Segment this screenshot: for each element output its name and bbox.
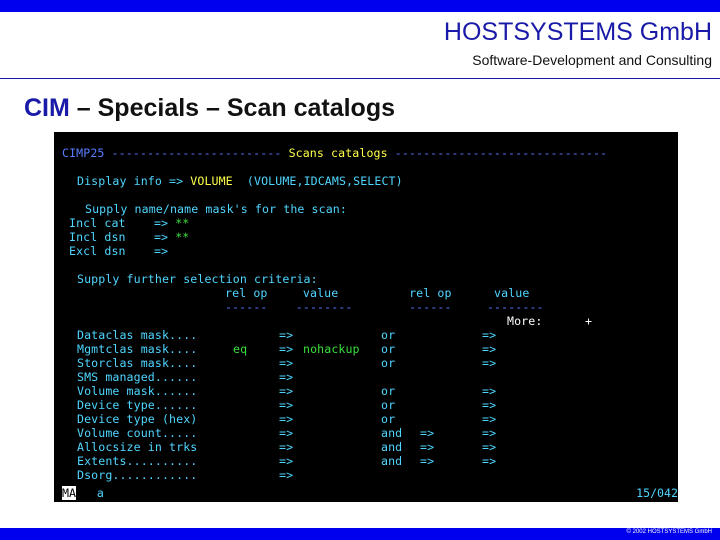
terminal-screen: CIMP25 ------------------------ Scans ca… (54, 132, 678, 488)
panel-header-left: CIMP25 ------------------------ (62, 146, 289, 160)
incl-dsn-row: Incl dsn => ** (69, 230, 189, 244)
column-divider: ------ -------- ------ -------- (225, 300, 544, 314)
terminal-command-line: MA a 15/042 (54, 484, 678, 502)
incl-cat-row: Incl cat => ** (69, 216, 189, 230)
display-info-label: Display info => (77, 174, 191, 188)
criteria-arrow: => (279, 468, 294, 482)
panel-title: Scans catalogs (288, 146, 388, 160)
criteria-value-field[interactable]: nohackup (303, 342, 360, 356)
criteria-conjunction: or (381, 356, 396, 370)
criteria-label: Storclas mask.... (77, 356, 198, 370)
criteria-arrow-2: => (420, 426, 435, 440)
bottom-bar (0, 528, 720, 540)
company-tagline: Software-Development and Consulting (472, 52, 712, 68)
criteria-arrow-2: => (420, 454, 435, 468)
criteria-arrow-2: => (420, 440, 435, 454)
criteria-label: Dataclas mask.... (77, 328, 198, 342)
criteria-conjunction: or (381, 342, 396, 356)
criteria-arrow: => (279, 440, 294, 454)
criteria-conjunction: or (381, 384, 396, 398)
criteria-conjunction: or (381, 412, 396, 426)
slide-title: CIM – Specials – Scan catalogs (24, 94, 395, 123)
criteria-arrow-3: => (482, 454, 497, 468)
display-info-field[interactable]: VOLUME (190, 174, 232, 188)
more-label: More: (507, 314, 543, 328)
slide-title-prefix: CIM (24, 94, 70, 122)
criteria-arrow: => (279, 356, 294, 370)
criteria-relop-field[interactable]: eq (233, 342, 247, 356)
slide-title-rest: – Specials – Scan catalogs (69, 94, 395, 122)
criteria-conjunction: or (381, 328, 396, 342)
criteria-arrow-3: => (482, 384, 497, 398)
criteria-arrow-3: => (482, 398, 497, 412)
criteria-conjunction: and (381, 454, 403, 468)
command-prefix: MA (62, 486, 76, 500)
criteria-arrow: => (279, 454, 294, 468)
criteria-arrow: => (279, 328, 294, 342)
panel-header: CIMP25 ------------------------ Scans ca… (62, 146, 607, 160)
criteria-label: Allocsize in trks (77, 440, 198, 454)
incl-dsn-label: Incl dsn => (69, 230, 176, 244)
criteria-arrow-3: => (482, 328, 497, 342)
header-divider (0, 78, 720, 79)
incl-dsn-field[interactable]: ** (175, 230, 189, 244)
criteria-conjunction: or (381, 398, 396, 412)
criteria-arrow: => (279, 398, 294, 412)
excl-dsn-label: Excl dsn => (69, 244, 169, 258)
top-bar (0, 0, 720, 12)
display-info-options: (VOLUME,IDCAMS,SELECT) (232, 174, 403, 188)
criteria-arrow: => (279, 426, 294, 440)
criteria-arrow-3: => (482, 412, 497, 426)
column-headers: rel op value rel op value (225, 286, 530, 300)
criteria-label: SMS managed...... (77, 370, 198, 384)
display-info-row: Display info => VOLUME (VOLUME,IDCAMS,SE… (77, 174, 403, 188)
criteria-label: Extents.......... (77, 454, 198, 468)
panel-header-right: ------------------------------ (387, 146, 608, 160)
incl-cat-field[interactable]: ** (175, 216, 189, 230)
criteria-label: Volume mask...... (77, 384, 198, 398)
incl-cat-label: Incl cat => (69, 216, 176, 230)
company-name: HOSTSYSTEMS GmbH (443, 18, 712, 46)
criteria-label: Mgmtclas mask.... (77, 342, 198, 356)
criteria-conjunction: and (381, 426, 403, 440)
criteria-conjunction: and (381, 440, 403, 454)
copyright-notice: © 2002 HOSTSYSTEMS GmbH (626, 529, 712, 535)
command-line: MA a (62, 484, 104, 502)
criteria-label: Device type (hex) (77, 412, 198, 426)
criteria-label: Device type...... (77, 398, 198, 412)
criteria-arrow: => (279, 384, 294, 398)
criteria-label: Volume count..... (77, 426, 198, 440)
criteria-arrow-3: => (482, 356, 497, 370)
supply-further-heading: Supply further selection criteria: (77, 272, 318, 286)
criteria-label: Dsorg............ (77, 468, 198, 482)
criteria-arrow: => (279, 342, 294, 356)
criteria-arrow-3: => (482, 440, 497, 454)
more-indicator: + (585, 314, 593, 328)
criteria-arrow: => (279, 370, 294, 384)
criteria-arrow: => (279, 412, 294, 426)
supply-mask-heading: Supply name/name mask's for the scan: (85, 202, 347, 216)
criteria-arrow-3: => (482, 426, 497, 440)
criteria-arrow-3: => (482, 342, 497, 356)
command-input[interactable]: a (97, 486, 104, 500)
cursor-position: 15/042 (636, 486, 678, 500)
